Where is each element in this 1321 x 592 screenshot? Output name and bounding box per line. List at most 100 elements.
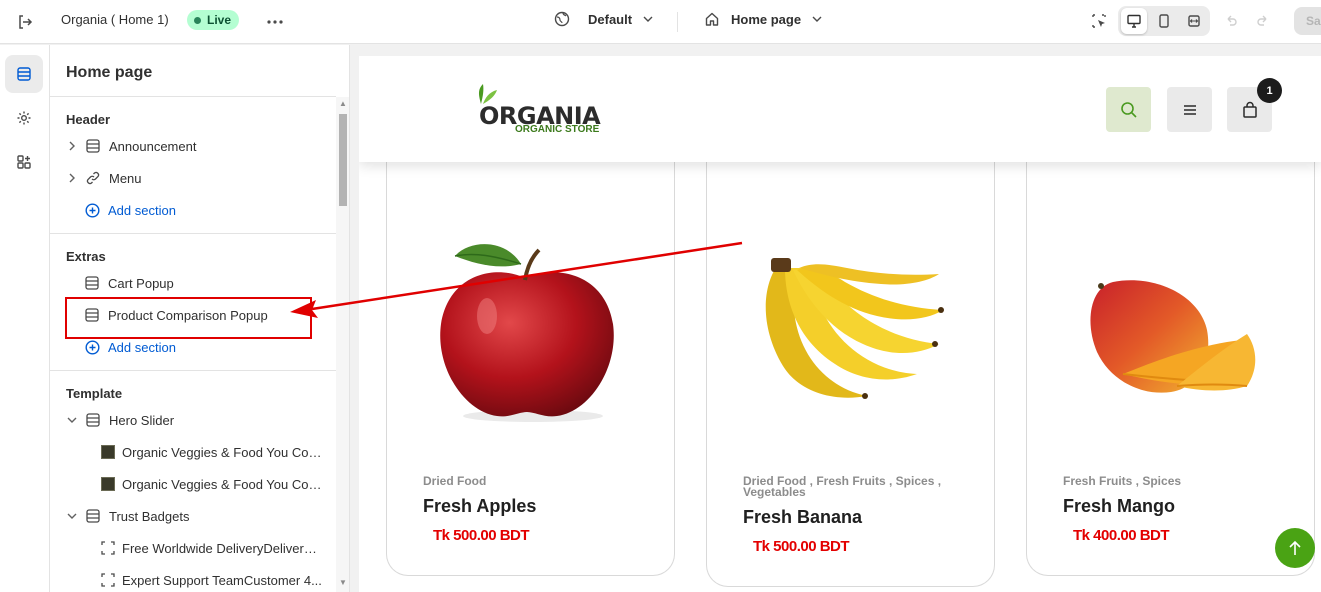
product-title[interactable]: Fresh Apples (423, 496, 536, 517)
desktop-icon (1127, 14, 1141, 28)
section-item-label: Cart Popup (108, 275, 174, 291)
storefront-preview: ORGANIA ORGANIC STORE 1 Dried Food Fresh… (359, 56, 1321, 592)
product-title[interactable]: Fresh Mango (1063, 496, 1175, 517)
sidebar-divider (50, 233, 336, 234)
redo-icon[interactable] (1253, 11, 1273, 31)
live-badge-label: Live (207, 13, 232, 27)
add-section-header-button[interactable]: Add section (50, 196, 336, 224)
scroll-down-icon[interactable]: ▼ (339, 578, 347, 587)
add-section-label: Add section (108, 339, 176, 355)
save-button[interactable]: Sa (1294, 7, 1321, 35)
section-item-label: Hero Slider (109, 412, 175, 428)
sidebar-scrollbar[interactable]: ▲ ▼ (336, 97, 349, 592)
chevron-right-icon[interactable] (67, 173, 77, 183)
product-category[interactable]: Fresh Fruits , Spices (1063, 475, 1181, 487)
live-dot-icon (194, 16, 201, 24)
cart-count-badge: 1 (1257, 78, 1282, 103)
section-layout-icon (85, 508, 101, 524)
theme-dropdown-label: Default (588, 11, 633, 27)
section-item-hero-slider[interactable]: Hero Slider (50, 406, 336, 434)
hamburger-icon (1183, 104, 1196, 115)
store-header: ORGANIA ORGANIC STORE (359, 56, 1321, 162)
expand-icon (1188, 15, 1200, 27)
section-layout-icon (84, 275, 100, 291)
mango-image (1090, 280, 1256, 393)
plus-circle-icon (84, 202, 100, 218)
block-item-trust-badge[interactable]: Free Worldwide DeliveryDelivery ... (50, 534, 336, 562)
sidebar-divider (50, 96, 336, 97)
more-actions-icon[interactable] (264, 11, 286, 33)
block-frame-icon (100, 540, 116, 556)
toolbar-divider (677, 12, 678, 32)
product-category[interactable]: Dried Food , Fresh Fruits , Spices , Veg… (743, 475, 963, 498)
section-item-cart-popup[interactable]: Cart Popup (50, 269, 336, 297)
chevron-down-icon (643, 16, 653, 22)
scroll-up-icon[interactable]: ▲ (339, 99, 347, 108)
undo-icon[interactable] (1221, 11, 1241, 31)
section-group-extras: Extras (66, 249, 106, 264)
sections-icon (17, 67, 31, 81)
section-group-header: Header (66, 112, 111, 127)
section-layout-icon (85, 412, 101, 428)
product-card[interactable]: Dried Food Fresh Apples Tk 500.00 BDT (386, 156, 675, 576)
search-icon (1120, 101, 1137, 118)
block-item-label: Free Worldwide DeliveryDelivery ... (122, 540, 322, 556)
sidebar-divider (50, 370, 336, 371)
section-layout-icon (85, 138, 101, 154)
product-card[interactable]: Dried Food , Fresh Fruits , Spices , Veg… (706, 156, 995, 587)
apps-rail-button[interactable] (5, 143, 43, 181)
product-title[interactable]: Fresh Banana (743, 507, 862, 528)
product-card[interactable]: Fresh Fruits , Spices Fresh Mango Tk 400… (1026, 156, 1315, 576)
store-title: Organia ( Home 1) (61, 12, 169, 27)
chevron-right-icon[interactable] (67, 141, 77, 151)
exit-icon[interactable] (14, 11, 36, 33)
block-item-trust-badge[interactable]: Expert Support TeamCustomer 4... (50, 566, 336, 592)
block-item-label: Organic Veggies & Food You Coo... (122, 476, 322, 492)
inspector-select-icon[interactable] (1087, 9, 1111, 33)
page-dropdown[interactable]: Home page (704, 11, 823, 27)
chevron-down-icon[interactable] (67, 512, 77, 520)
annotation-highlight-box (65, 297, 312, 339)
section-item-announcement[interactable]: Announcement (50, 132, 336, 160)
plus-circle-icon (84, 339, 100, 355)
arrow-up-icon (1289, 540, 1301, 555)
header-search-button[interactable] (1106, 87, 1151, 132)
apps-icon (17, 155, 31, 169)
viewport-toggle-group (1118, 6, 1210, 36)
header-menu-button[interactable] (1167, 87, 1212, 132)
section-group-template: Template (66, 386, 123, 401)
mobile-view-button[interactable] (1151, 8, 1177, 34)
section-item-trust-badges[interactable]: Trust Badgets (50, 502, 336, 530)
left-rail (0, 45, 50, 592)
link-icon (85, 170, 101, 186)
logo-tagline: ORGANIC STORE (515, 124, 600, 135)
editor-topbar: Organia ( Home 1) Live Default Home page (0, 0, 1321, 44)
gear-icon (17, 111, 31, 125)
scroll-thumb[interactable] (339, 114, 347, 206)
desktop-view-button[interactable] (1121, 8, 1147, 34)
section-item-label: Announcement (109, 138, 197, 154)
settings-rail-button[interactable] (5, 99, 43, 137)
shopping-bag-icon (1242, 101, 1257, 118)
block-item-hero-slide[interactable]: Organic Veggies & Food You Coo... (50, 470, 336, 498)
page-dropdown-label: Home page (731, 11, 802, 27)
section-item-menu[interactable]: Menu (50, 164, 336, 192)
product-price: Tk 500.00 BDT (753, 538, 850, 555)
block-item-hero-slide[interactable]: Organic Veggies & Food You Coo... (50, 438, 336, 466)
product-price: Tk 400.00 BDT (1073, 527, 1170, 544)
chevron-down-icon (812, 16, 822, 22)
slide-thumbnail (101, 477, 115, 491)
theme-dropdown[interactable]: Default (554, 11, 654, 27)
chevron-down-icon[interactable] (67, 416, 77, 424)
block-item-label: Organic Veggies & Food You Coo... (122, 444, 322, 460)
globe-icon (554, 11, 570, 27)
banana-image (765, 258, 944, 399)
back-to-top-button[interactable] (1275, 528, 1315, 568)
sidebar-title: Home page (66, 64, 153, 81)
add-section-label: Add section (108, 202, 176, 218)
apple-image (440, 244, 614, 422)
home-icon (705, 12, 719, 26)
product-category[interactable]: Dried Food (423, 475, 486, 487)
sections-rail-button[interactable] (5, 55, 43, 93)
fullwidth-view-button[interactable] (1181, 8, 1207, 34)
